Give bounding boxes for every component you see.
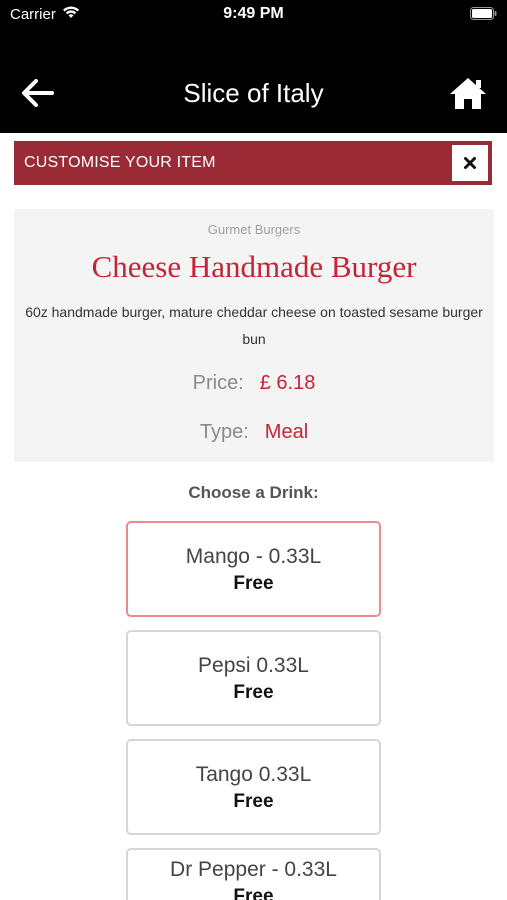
item-card: Gurmet Burgers Cheese Handmade Burger 60… bbox=[14, 209, 494, 462]
price-label: Price: bbox=[192, 372, 244, 394]
item-name: Cheese Handmade Burger bbox=[91, 249, 417, 284]
content-area: CUSTOMISE YOUR ITEM Gurmet Burgers Chees… bbox=[0, 133, 507, 900]
status-time: 9:49 PM bbox=[223, 5, 284, 22]
drink-option-dr-pepper[interactable]: Dr Pepper - 0.33L Free bbox=[126, 848, 381, 900]
customise-title: CUSTOMISE YOUR ITEM bbox=[24, 154, 216, 171]
choose-drink-label: Choose a Drink: bbox=[188, 483, 319, 502]
battery-icon bbox=[470, 7, 497, 20]
drink-name: Mango - 0.33L bbox=[185, 545, 322, 568]
price-value: £ 6.18 bbox=[259, 372, 316, 394]
drink-price: Free bbox=[233, 886, 274, 900]
item-description: 60z handmade burger, mature cheddar chee… bbox=[25, 304, 483, 347]
home-button[interactable] bbox=[449, 76, 487, 110]
drink-name: Tango 0.33L bbox=[195, 763, 312, 786]
navigation-bar: Slice of Italy bbox=[0, 30, 507, 133]
drink-name: Pepsi 0.33L bbox=[198, 654, 309, 677]
type-label: Type: bbox=[199, 421, 249, 443]
type-value: Meal bbox=[264, 421, 309, 443]
item-category: Gurmet Burgers bbox=[207, 222, 301, 237]
drink-option-mango[interactable]: Mango - 0.33L Free bbox=[126, 521, 381, 617]
status-bar: Carrier 9:49 PM bbox=[0, 0, 507, 30]
drink-option-tango[interactable]: Tango 0.33L Free bbox=[126, 739, 381, 835]
drink-option-pepsi[interactable]: Pepsi 0.33L Free bbox=[126, 630, 381, 726]
price-row: Price: £ 6.18 bbox=[14, 372, 494, 395]
customise-header: CUSTOMISE YOUR ITEM bbox=[14, 141, 492, 185]
close-icon bbox=[464, 157, 476, 169]
home-icon bbox=[450, 78, 486, 109]
drink-price: Free bbox=[233, 573, 274, 594]
drink-name: Dr Pepper - 0.33L bbox=[170, 858, 337, 881]
drink-price: Free bbox=[233, 791, 274, 812]
close-button[interactable] bbox=[450, 143, 490, 183]
type-row: Type: Meal bbox=[14, 421, 494, 444]
page-title: Slice of Italy bbox=[183, 78, 324, 108]
drink-price: Free bbox=[233, 682, 274, 703]
